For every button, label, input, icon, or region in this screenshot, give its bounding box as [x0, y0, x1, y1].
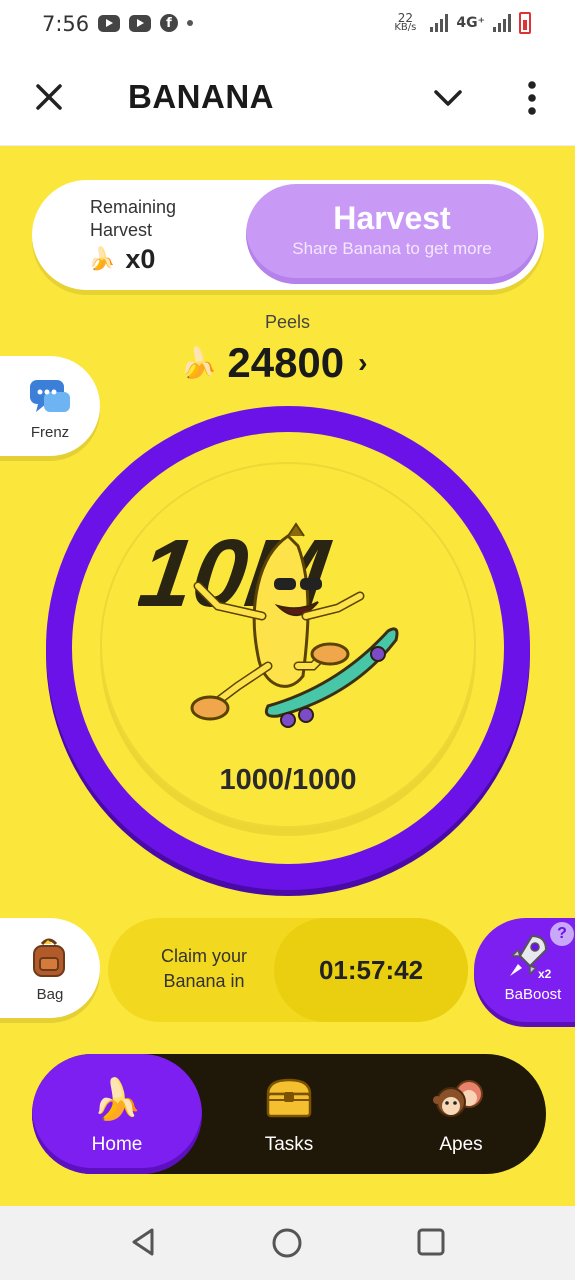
monkeys-icon	[433, 1076, 489, 1126]
treasure-chest-icon	[264, 1076, 314, 1124]
chevron-down-icon[interactable]	[430, 82, 466, 114]
nav-apes[interactable]: Apes	[376, 1054, 546, 1174]
signal-icon	[493, 14, 511, 32]
frenz-button[interactable]: Frenz	[0, 356, 100, 456]
remaining-harvest-label: Remaining Harvest	[90, 197, 177, 240]
remaining-harvest-count: x0	[125, 244, 156, 274]
more-vertical-icon[interactable]	[522, 78, 542, 118]
app-header: BANANA	[0, 50, 575, 146]
status-bar: 7:56 f 22 KB/s 4G⁺	[0, 0, 575, 50]
battery-icon	[519, 12, 531, 34]
back-icon[interactable]	[128, 1226, 160, 1262]
baboost-button[interactable]: x2 ? BaBoost	[474, 918, 575, 1022]
facebook-icon: f	[160, 14, 178, 32]
nav-home-label: Home	[91, 1134, 143, 1155]
harvest-button-title: Harvest	[333, 200, 451, 236]
youtube-icon	[129, 14, 151, 32]
nav-tasks-label: Tasks	[264, 1134, 314, 1155]
claim-timer[interactable]: 01:57:42	[274, 918, 468, 1022]
nav-home[interactable]: 🍌 Home	[32, 1054, 202, 1174]
boost-multiplier: x2	[538, 967, 552, 981]
nav-tasks[interactable]: Tasks	[204, 1054, 374, 1174]
baboost-label: BaBoost	[504, 986, 562, 1003]
energy-counter: 1000/1000	[219, 764, 357, 796]
signal-icon	[430, 14, 449, 32]
system-indicators: 22 KB/s 4G⁺	[388, 12, 531, 34]
nav-apes-label: Apes	[439, 1134, 483, 1155]
network-speed: 22 KB/s	[394, 11, 417, 33]
peels-balance[interactable]: 🍌 24800 ›	[180, 339, 367, 387]
notification-dot-icon	[187, 20, 193, 26]
frenz-label: Frenz	[30, 424, 70, 441]
close-icon[interactable]	[30, 76, 68, 118]
chat-bubbles-icon	[28, 378, 72, 422]
system-navigation-bar	[0, 1206, 575, 1280]
harvest-button[interactable]: Harvest Share Banana to get more	[246, 184, 538, 284]
network-type: 4G⁺	[456, 15, 485, 31]
rocket-icon: x2	[502, 930, 556, 988]
chevron-right-icon: ›	[358, 347, 368, 378]
peels-label: Peels	[264, 312, 311, 332]
harvest-button-subtitle: Share Banana to get more	[292, 239, 492, 258]
recents-icon[interactable]	[416, 1226, 446, 1262]
banana-icon: 🍌	[92, 1077, 142, 1123]
tap-circle-ring: 10M 1000/1000	[46, 406, 530, 890]
help-icon[interactable]: ?	[550, 922, 574, 946]
status-time: 7:56	[42, 12, 90, 36]
bottom-nav: 🍌 Home Tasks Apes	[32, 1054, 546, 1174]
notification-icons: f	[98, 14, 193, 32]
tap-circle[interactable]: 10M 1000/1000	[72, 432, 504, 864]
home-icon[interactable]	[270, 1226, 304, 1264]
remaining-harvest-value: 🍌 x0	[88, 244, 155, 275]
banana-skater-mascot-icon: 10M	[138, 520, 399, 728]
claim-banana-bar: Claim your Banana in 01:57:42	[108, 918, 468, 1022]
harvest-card: Remaining Harvest 🍌 x0 Harvest Share Ban…	[32, 180, 544, 290]
main-area: Remaining Harvest 🍌 x0 Harvest Share Ban…	[0, 146, 575, 1206]
bag-button[interactable]: Bag	[0, 918, 100, 1018]
youtube-icon	[98, 14, 120, 32]
page-title: BANANA	[128, 78, 274, 115]
claim-text: Claim your Banana in	[160, 946, 248, 991]
peels-value: 24800	[227, 339, 345, 386]
bag-label: Bag	[36, 986, 64, 1003]
backpack-icon	[28, 938, 70, 984]
banana-icon: 🍌	[88, 247, 116, 272]
banana-peel-icon: 🍌	[180, 345, 218, 381]
